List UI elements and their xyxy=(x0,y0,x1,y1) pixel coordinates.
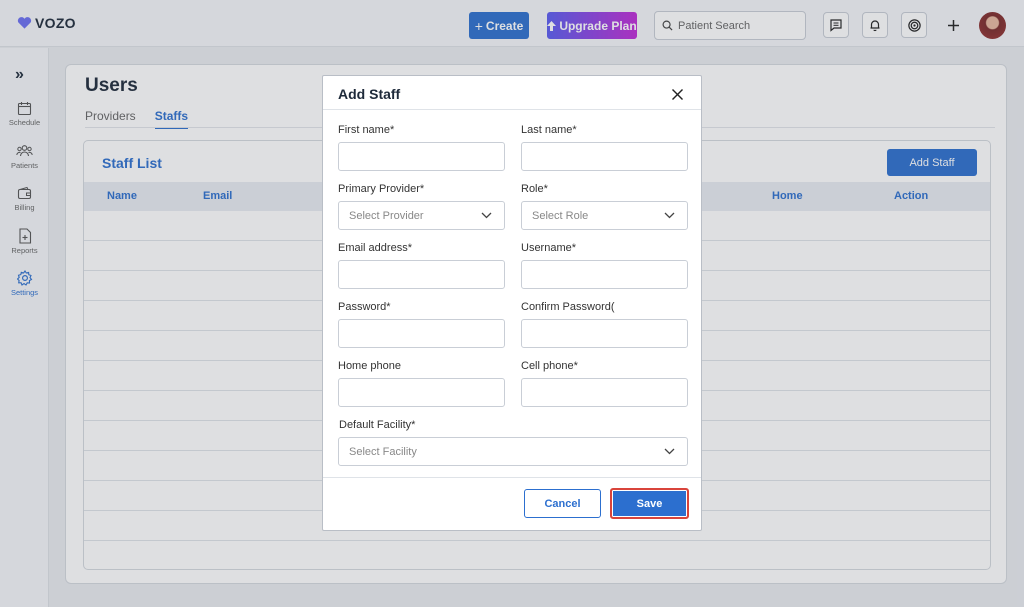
add-staff-dialog: Add Staff First name* Last name* Primary… xyxy=(322,75,702,531)
password-field[interactable] xyxy=(338,319,505,348)
email-label: Email address* xyxy=(338,242,412,254)
primary-provider-select[interactable]: Select Provider xyxy=(338,201,505,230)
dialog-header: Add Staff xyxy=(323,76,701,110)
email-field[interactable] xyxy=(338,260,505,289)
cell-phone-field[interactable] xyxy=(521,378,688,407)
chevron-down-icon xyxy=(664,448,675,455)
role-label: Role* xyxy=(521,183,548,195)
username-field[interactable] xyxy=(521,260,688,289)
default-facility-placeholder: Select Facility xyxy=(349,445,417,458)
first-name-field[interactable] xyxy=(338,142,505,171)
cancel-button[interactable]: Cancel xyxy=(524,489,601,518)
password-label: Password* xyxy=(338,301,391,313)
confirm-password-label: Confirm Password( xyxy=(521,301,615,313)
username-label: Username* xyxy=(521,242,577,254)
default-facility-label: Default Facility* xyxy=(339,419,416,431)
dialog-footer-divider xyxy=(323,477,701,478)
cell-phone-label: Cell phone* xyxy=(521,360,578,372)
chevron-down-icon xyxy=(481,212,492,219)
confirm-password-field[interactable] xyxy=(521,319,688,348)
save-button[interactable]: Save xyxy=(610,488,689,519)
last-name-field[interactable] xyxy=(521,142,688,171)
role-placeholder: Select Role xyxy=(532,209,589,222)
chevron-down-icon xyxy=(664,212,675,219)
first-name-label: First name* xyxy=(338,124,395,136)
last-name-label: Last name* xyxy=(521,124,577,136)
home-phone-field[interactable] xyxy=(338,378,505,407)
role-select[interactable]: Select Role xyxy=(521,201,688,230)
primary-provider-placeholder: Select Provider xyxy=(349,209,424,222)
close-icon[interactable] xyxy=(671,88,684,101)
primary-provider-label: Primary Provider* xyxy=(338,183,425,195)
dialog-title: Add Staff xyxy=(338,86,401,102)
default-facility-select[interactable]: Select Facility xyxy=(338,437,688,466)
home-phone-label: Home phone xyxy=(338,360,401,372)
